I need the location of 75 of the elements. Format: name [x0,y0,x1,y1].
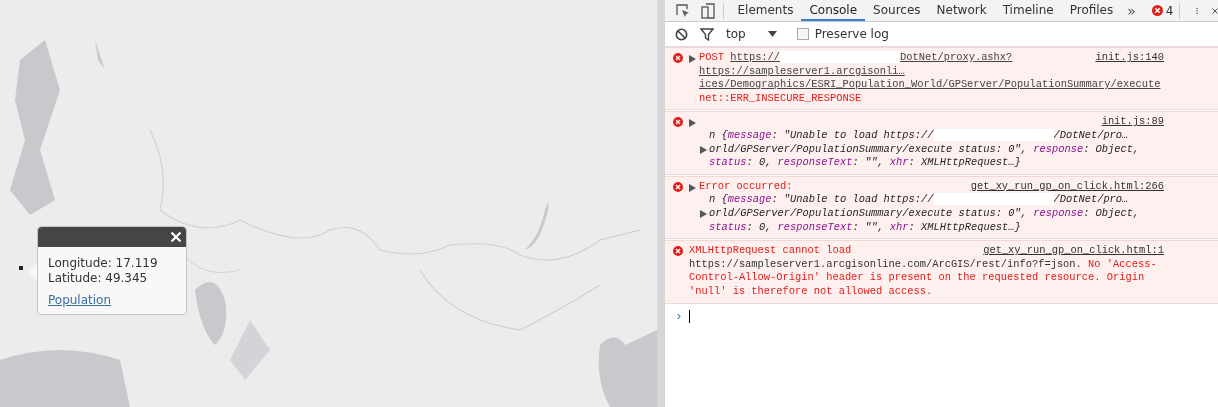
devtools-tab[interactable]: Network [928,0,995,21]
property-value: : 0, [746,156,773,170]
error-text: Error occurred: [699,179,793,194]
checkbox-label: Preserve log [814,27,889,41]
property-value: orld/GPServer/PopulationSummary/execute status: 0", [709,142,1028,157]
devtools-tab[interactable]: Profiles [1061,0,1122,21]
expand-arrow-icon[interactable] [689,119,696,128]
property-value: : "Unable to load https:// [771,193,934,207]
property-name: responseText [777,156,853,170]
expand-arrow-icon[interactable] [700,209,707,218]
property-name: xhr [889,156,909,170]
devtools-tab[interactable]: Sources [865,0,929,21]
url-text: https://sampleserver1.arcgisonline.com/ArcGIS/rest/info?f=json. [689,257,1082,272]
close-icon[interactable] [170,231,182,243]
property-value: : XMLHttpRequest…} [908,156,1021,170]
inspect-element-icon[interactable] [675,2,691,19]
caret-icon [767,31,777,37]
expand-arrow-icon[interactable] [689,183,696,192]
property-name: message [727,128,772,143]
source-link[interactable]: get_xy_run_gp_on_click.html:266 [962,179,1164,194]
context-dropdown[interactable]: top [722,27,781,41]
property-value: : "Unable to load https:// [771,128,934,143]
property-name: response [1033,142,1084,157]
device-mode-icon[interactable] [701,2,715,19]
error-text: XMLHttpRequest cannot load [689,244,852,258]
property-name: status [709,156,747,170]
error-text: No 'Access- [1087,257,1157,272]
property-value: : Object, [1083,206,1140,221]
coordinate-text: Longitude: 17.119 [48,256,159,271]
property-name: status [709,220,747,235]
property-value: : 0, [746,220,773,235]
property-value: : "", [852,156,885,170]
error-icon [673,53,683,63]
property-name: xhr [889,220,909,235]
url-link[interactable]: https://sampleserver1.arcgisonli… [699,64,905,79]
devtools-tab[interactable]: Elements [729,0,802,21]
error-text: Control-Allow-Origin' header is present on the requested resource. Origin [689,271,1145,285]
property-name: responseText [777,220,853,235]
property-name: message [727,193,772,207]
error-text: net::ERR_INSECURE_RESPONSE [699,91,862,106]
error-text: POST [699,51,725,65]
error-text: 'null' is therefore not allowed access. [689,284,933,299]
map-point-marker [19,266,23,270]
property-name: response [1033,206,1084,221]
property-value: : XMLHttpRequest…} [908,220,1021,235]
text-cursor [688,309,690,323]
property-value: orld/GPServer/PopulationSummary/execute status: 0", [709,206,1028,221]
preserve-log-checkbox[interactable] [796,28,809,40]
url-link[interactable]: https:// [730,51,781,65]
url-link[interactable]: ices/Demographics/ESRI_Population_World/GPServer/PopulationSummary/execute [699,78,1161,92]
more-tabs-button[interactable]: » [1121,2,1142,19]
property-value: : "", [852,220,885,235]
filter-icon[interactable] [700,27,714,41]
coordinate-text: Latitude: 49.345 [48,271,149,286]
property-value: /DotNet/pro… [1053,193,1129,207]
error-icon [673,181,683,192]
error-icon [1151,5,1163,16]
error-icon [673,246,683,257]
clear-console-icon[interactable] [675,27,688,41]
source-link[interactable]: init.js:89 [1093,115,1164,129]
property-value: n { [709,128,728,143]
source-link[interactable]: get_xy_run_gp_on_click.html:1 [975,244,1164,258]
population-link[interactable]: Population [48,293,112,308]
expand-arrow-icon[interactable] [700,145,707,154]
property-value: : Object, [1083,142,1140,157]
devtools-tab[interactable]: Console [801,0,866,21]
source-link[interactable]: init.js:140 [1087,51,1164,65]
property-value: n { [709,193,728,207]
error-icon [673,117,683,128]
url-link[interactable]: DotNet/proxy.ashx? [900,51,1013,65]
error-count[interactable]: 4 [1165,3,1174,18]
expand-arrow-icon[interactable] [689,55,696,63]
property-value: /DotNet/pro… [1053,128,1129,143]
devtools-tab[interactable]: Timeline [994,0,1062,21]
prompt-icon: › [675,308,683,324]
